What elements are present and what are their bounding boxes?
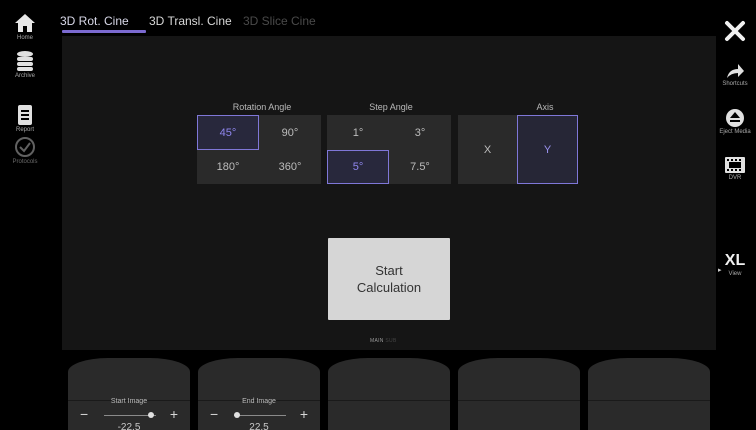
eject-icon <box>726 109 744 127</box>
active-tab-indicator <box>62 30 146 33</box>
tab-3d-transl-cine[interactable]: 3D Transl. Cine <box>149 14 232 28</box>
start-image-increase-button[interactable]: + <box>170 406 178 422</box>
step-angle-label: Step Angle <box>369 102 413 112</box>
knob-background <box>328 358 450 430</box>
empty-knob-5 <box>588 358 710 430</box>
knob-separator <box>588 400 710 401</box>
shortcuts-button[interactable]: Shortcuts <box>714 62 756 87</box>
end-image-label: End Image <box>242 398 276 405</box>
start-image-decrease-button[interactable]: − <box>80 406 88 422</box>
rotation-90-button[interactable]: 90° <box>259 115 321 150</box>
end-image-slider-thumb[interactable] <box>234 412 240 418</box>
close-icon <box>725 21 745 41</box>
end-image-decrease-button[interactable]: − <box>210 406 218 422</box>
expand-arrow-icon[interactable]: ▸ <box>718 266 722 274</box>
tab-3d-slice-cine: 3D Slice Cine <box>243 14 316 28</box>
start-image-label: Start Image <box>110 398 148 405</box>
dvr-label: DVR <box>728 175 742 181</box>
report-button[interactable]: Report <box>0 104 50 133</box>
rotation-45-button[interactable]: 45° <box>197 115 259 150</box>
database-icon <box>17 51 33 71</box>
axis-x-button[interactable]: X <box>458 115 517 184</box>
rotation-360-button[interactable]: 360° <box>259 150 321 184</box>
archive-label: Archive <box>14 73 35 79</box>
archive-button[interactable]: Archive <box>0 50 50 79</box>
knob-background <box>458 358 580 430</box>
knob-separator <box>328 400 450 401</box>
home-icon <box>15 14 35 32</box>
page-main[interactable]: MAIN <box>370 338 384 344</box>
main-panel: Rotation Angle 45° 90° 180° 360° Step An… <box>62 36 716 350</box>
right-sidebar: Shortcuts Eject Media DVR XL View <box>714 0 756 430</box>
shortcuts-label: Shortcuts <box>722 81 748 87</box>
report-label: Report <box>15 127 34 133</box>
empty-knob-3 <box>328 358 450 430</box>
start-calculation-line2: Calculation <box>356 280 422 295</box>
home-button[interactable]: Home <box>0 12 50 41</box>
protocols-button[interactable]: Protocols <box>0 136 50 165</box>
rotation-180-button[interactable]: 180° <box>197 150 259 184</box>
axis-y-button[interactable]: Y <box>517 115 578 184</box>
close-button[interactable] <box>714 20 756 42</box>
end-image-value: 22.5 <box>249 422 269 430</box>
step-7-5-button[interactable]: 7.5° <box>389 150 451 184</box>
knob-separator <box>458 400 580 401</box>
step-5-button[interactable]: 5° <box>327 150 389 184</box>
report-icon <box>18 105 32 125</box>
start-calculation-line1: Start <box>375 263 403 278</box>
step-1-button[interactable]: 1° <box>327 115 389 150</box>
knob-background <box>588 358 710 430</box>
eject-media-label: Eject Media <box>719 129 751 135</box>
protocols-label: Protocols <box>12 159 38 165</box>
shortcut-arrow-icon <box>727 64 744 78</box>
end-image-increase-button[interactable]: + <box>300 406 308 422</box>
step-3-button[interactable]: 3° <box>389 115 451 150</box>
page-sub[interactable]: SUB <box>385 338 396 344</box>
start-calculation-button[interactable]: Start Calculation <box>328 238 450 320</box>
home-label: Home <box>16 35 33 41</box>
axis-label: Axis <box>536 102 554 112</box>
left-sidebar: Home Archive Report Protocols <box>0 0 50 430</box>
page-indicator: MAIN SUB <box>370 338 397 344</box>
empty-knob-4 <box>458 358 580 430</box>
film-icon <box>725 157 745 173</box>
eject-media-button[interactable]: Eject Media <box>714 108 756 135</box>
check-circle-icon <box>15 137 35 157</box>
dvr-button[interactable]: DVR <box>714 156 756 181</box>
end-image-knob: End Image − + 22.5 <box>198 358 320 430</box>
start-image-slider-thumb[interactable] <box>148 412 154 418</box>
rotation-angle-label: Rotation Angle <box>232 102 292 112</box>
start-image-value: -22.5 <box>117 422 141 430</box>
end-image-slider-track[interactable] <box>234 415 286 416</box>
tab-3d-rot-cine[interactable]: 3D Rot. Cine <box>60 14 129 28</box>
start-image-knob: Start Image − + -22.5 <box>68 358 190 430</box>
